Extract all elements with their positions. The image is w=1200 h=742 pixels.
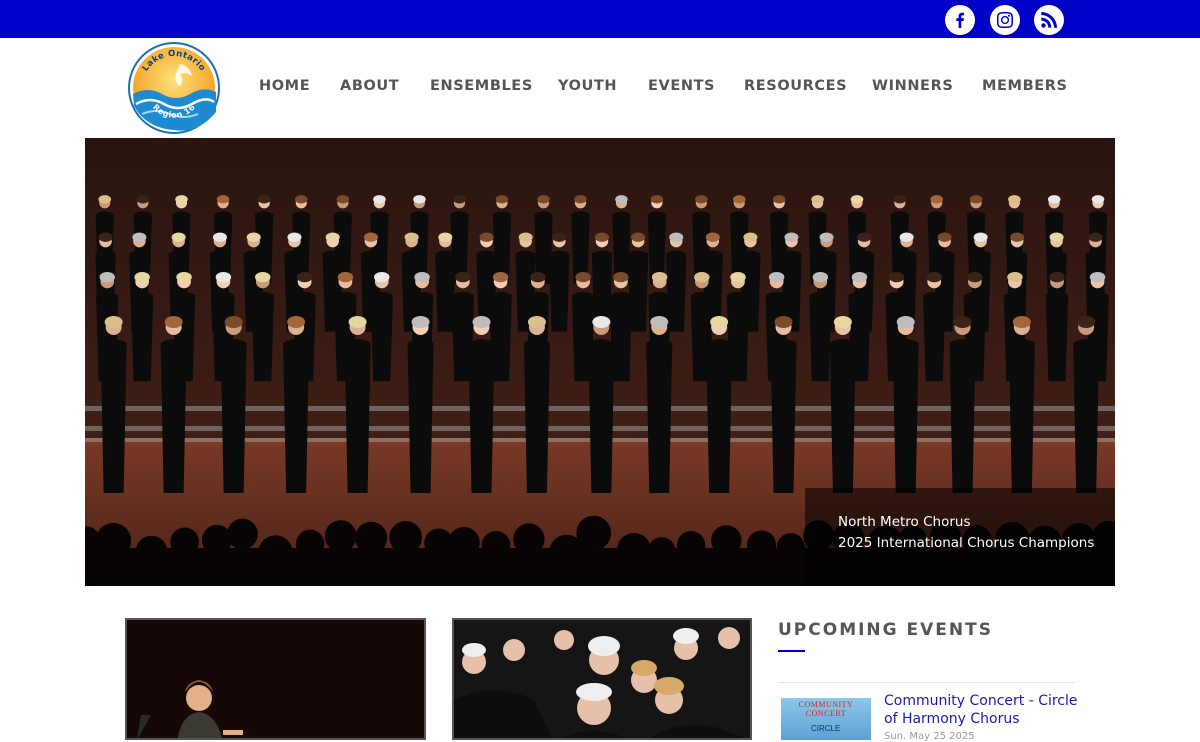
feature-card-1[interactable] bbox=[125, 618, 426, 740]
hero-caption: North Metro Chorus 2025 International Ch… bbox=[805, 488, 1115, 586]
event-title-link[interactable]: Community Concert - Circle of Harmony Ch… bbox=[884, 692, 1084, 728]
events-divider bbox=[778, 682, 1075, 683]
instagram-icon bbox=[997, 12, 1013, 28]
facebook-icon bbox=[956, 12, 964, 28]
nav-home[interactable]: HOME bbox=[259, 78, 310, 94]
hero-slider[interactable]: North Metro Chorus 2025 International Ch… bbox=[85, 138, 1115, 586]
caption-subtitle: 2025 International Chorus Champions bbox=[838, 535, 1095, 551]
nav-about[interactable]: ABOUT bbox=[340, 78, 399, 94]
nav-ensembles[interactable]: ENSEMBLES bbox=[430, 78, 533, 94]
instagram-link[interactable] bbox=[990, 5, 1020, 35]
card-photo-ensemble bbox=[454, 620, 750, 738]
event-thumbnail[interactable]: COMMUNITY CONCERT CIRCLE bbox=[781, 698, 871, 740]
nav-youth[interactable]: YOUTH bbox=[558, 78, 617, 94]
nav-winners[interactable]: WINNERS bbox=[872, 78, 953, 94]
card-photo-singer bbox=[127, 620, 424, 738]
rss-icon bbox=[1041, 12, 1057, 28]
facebook-link[interactable] bbox=[945, 5, 975, 35]
thumb-text-1: COMMUNITY bbox=[798, 700, 854, 709]
thumb-text-2: CONCERT bbox=[805, 709, 847, 718]
top-bar bbox=[0, 0, 1200, 38]
thumb-text-3: CIRCLE bbox=[811, 724, 841, 733]
event-date: Sun. May 25 2025 bbox=[884, 731, 975, 742]
nav-events[interactable]: EVENTS bbox=[648, 78, 715, 94]
upcoming-events-heading: UPCOMING EVENTS bbox=[778, 620, 993, 640]
main-navigation: HOME ABOUT ENSEMBLES YOUTH EVENTS RESOUR… bbox=[0, 78, 1200, 98]
heading-underline bbox=[778, 650, 805, 652]
nav-resources[interactable]: RESOURCES bbox=[744, 78, 847, 94]
rss-link[interactable] bbox=[1034, 5, 1064, 35]
caption-title: North Metro Chorus bbox=[838, 514, 971, 530]
feature-card-2[interactable] bbox=[452, 618, 752, 740]
nav-members[interactable]: MEMBERS bbox=[982, 78, 1068, 94]
